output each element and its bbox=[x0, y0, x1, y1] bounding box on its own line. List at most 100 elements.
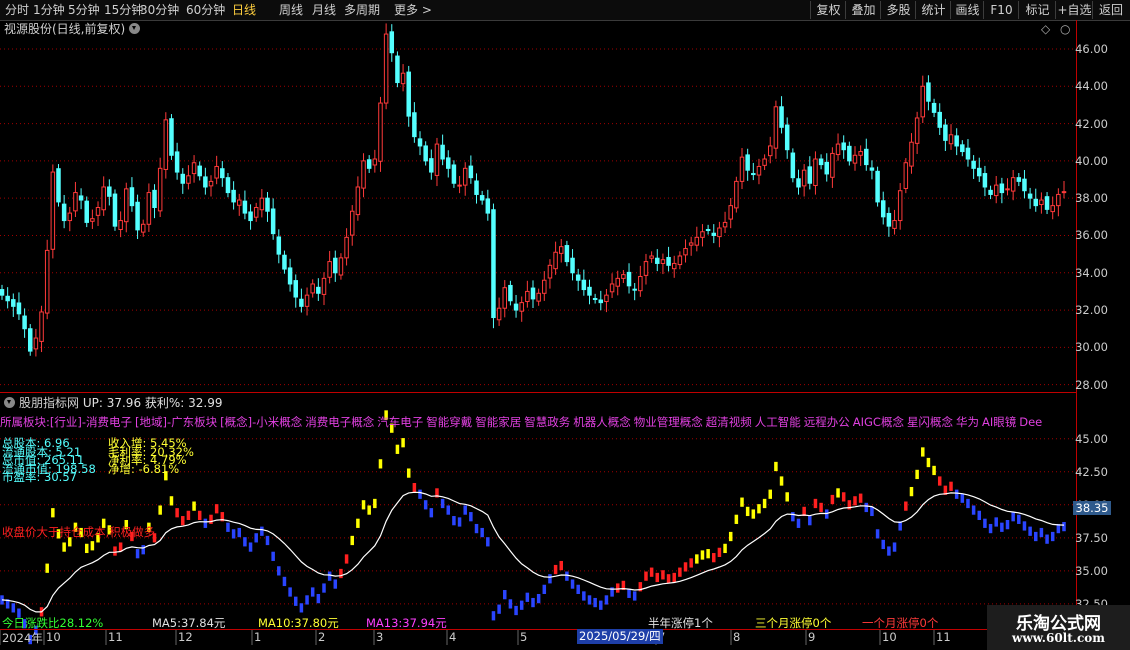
candle-body bbox=[1056, 193, 1061, 207]
candle-body bbox=[525, 290, 530, 302]
indicator-bar bbox=[559, 560, 563, 571]
candle-body bbox=[649, 255, 654, 259]
candle-body bbox=[999, 183, 1005, 194]
diamond-icon[interactable]: ◇ bbox=[1041, 23, 1050, 36]
concept-tag: 远程办公 bbox=[803, 415, 850, 429]
indicator-bar bbox=[254, 533, 258, 543]
indicator-bar bbox=[887, 546, 891, 556]
candle-body bbox=[1044, 196, 1050, 210]
indicator-bar bbox=[480, 527, 484, 538]
indicator-bar bbox=[977, 510, 982, 520]
candle-body bbox=[564, 245, 570, 263]
date-tick-label: 8 bbox=[733, 630, 741, 644]
today-ratio: 今日涨跌比28.12% bbox=[2, 616, 104, 630]
indicator-bar bbox=[932, 465, 936, 476]
indicator-tick-label: 42.50 bbox=[1075, 464, 1108, 479]
candle-body bbox=[1033, 198, 1039, 207]
indicator-bar bbox=[265, 535, 270, 546]
indicator-bar bbox=[45, 563, 49, 573]
indicator-bar bbox=[401, 438, 405, 448]
indicator-bar bbox=[197, 510, 202, 520]
growth-item: 净增: -6.81% bbox=[108, 461, 180, 476]
concept-tag: 物业管理概念 bbox=[633, 415, 703, 429]
price-tick-label: 36.00 bbox=[1075, 228, 1108, 243]
indicator-bar bbox=[864, 502, 869, 513]
candle-body bbox=[174, 151, 180, 173]
candle-body bbox=[237, 199, 242, 206]
price-tick-label: 32.00 bbox=[1075, 303, 1108, 318]
indicator-bar bbox=[779, 476, 784, 486]
indicator-bar bbox=[446, 505, 451, 515]
indicator-bar bbox=[615, 583, 620, 593]
indicator-bar bbox=[672, 572, 676, 583]
indicator-bar bbox=[486, 537, 490, 547]
indicator-bar bbox=[954, 489, 959, 499]
price-tick-label: 46.00 bbox=[1075, 41, 1108, 56]
candle-body bbox=[11, 299, 16, 307]
indicator-bar bbox=[11, 603, 16, 613]
indicator-bar bbox=[712, 553, 716, 563]
candle-body bbox=[1050, 205, 1055, 213]
watermark: 乐淘公式网 www.60lt.com bbox=[987, 605, 1130, 650]
indicator-header: 股朋指标网 UP: 37.96 获利%: 32.99 bbox=[4, 397, 223, 410]
indicator-bar bbox=[356, 518, 360, 528]
indicator-bar bbox=[904, 501, 908, 511]
candle-body bbox=[440, 144, 445, 160]
indicator-bar bbox=[751, 509, 756, 519]
indicator-bar bbox=[474, 523, 479, 534]
candle-body bbox=[220, 168, 225, 179]
candle-body bbox=[372, 158, 378, 166]
indicator-bar bbox=[796, 518, 801, 528]
candle-body bbox=[903, 162, 909, 189]
indicator-bar bbox=[909, 486, 914, 497]
candle-body bbox=[638, 276, 643, 292]
price-tick-label: 34.00 bbox=[1075, 265, 1108, 280]
indicator-bar bbox=[960, 493, 965, 503]
candle-body bbox=[914, 117, 920, 144]
indicator-bar bbox=[915, 469, 919, 480]
candle-body bbox=[231, 189, 236, 203]
candle-body bbox=[304, 294, 310, 307]
concept-tag: AIGC概念 bbox=[852, 415, 904, 429]
indicator-menu-icon[interactable] bbox=[4, 397, 15, 408]
indicator-bar bbox=[548, 574, 552, 584]
candle-body bbox=[27, 328, 33, 352]
candle-body bbox=[852, 154, 858, 164]
indicator-bar bbox=[463, 505, 467, 515]
indicator-bar bbox=[367, 505, 371, 515]
indicator-bar bbox=[666, 574, 671, 584]
kline-chart-canvas[interactable] bbox=[0, 0, 1130, 650]
three-month-limit-up: 三个月涨停0个 bbox=[755, 616, 832, 630]
candle-body bbox=[33, 337, 39, 350]
candle-body bbox=[536, 292, 541, 302]
indicator-bar bbox=[632, 591, 637, 601]
indicator-bar bbox=[209, 514, 213, 524]
candle-body bbox=[666, 256, 671, 266]
circle-icon[interactable]: ○ bbox=[1060, 23, 1070, 36]
candle-body bbox=[180, 173, 186, 184]
indicator-bar bbox=[689, 558, 693, 568]
indicator-bar bbox=[1028, 526, 1032, 536]
indicator-bar bbox=[971, 505, 976, 515]
indicator-bar bbox=[892, 542, 897, 552]
indicator-bar bbox=[582, 591, 586, 601]
candle-body bbox=[671, 262, 677, 270]
indicator-bar bbox=[203, 518, 208, 528]
candle-body bbox=[773, 106, 779, 149]
candle-body bbox=[146, 192, 152, 225]
indicator-bar bbox=[830, 494, 835, 505]
indicator-bar bbox=[406, 468, 411, 478]
candle-body bbox=[451, 164, 457, 184]
candle-body bbox=[417, 138, 423, 147]
candle-body bbox=[135, 201, 140, 231]
candle-body bbox=[107, 186, 112, 197]
indicator-bar bbox=[186, 510, 191, 520]
candle-body bbox=[886, 212, 892, 227]
indicator-bar bbox=[757, 504, 761, 514]
indicator-bar bbox=[418, 489, 422, 499]
indicator-bar bbox=[926, 457, 931, 468]
indicator-bar bbox=[90, 541, 95, 551]
candle-body bbox=[847, 145, 852, 162]
candle-body bbox=[1010, 177, 1016, 192]
one-month-limit-up: 一个月涨停0个 bbox=[862, 616, 939, 630]
